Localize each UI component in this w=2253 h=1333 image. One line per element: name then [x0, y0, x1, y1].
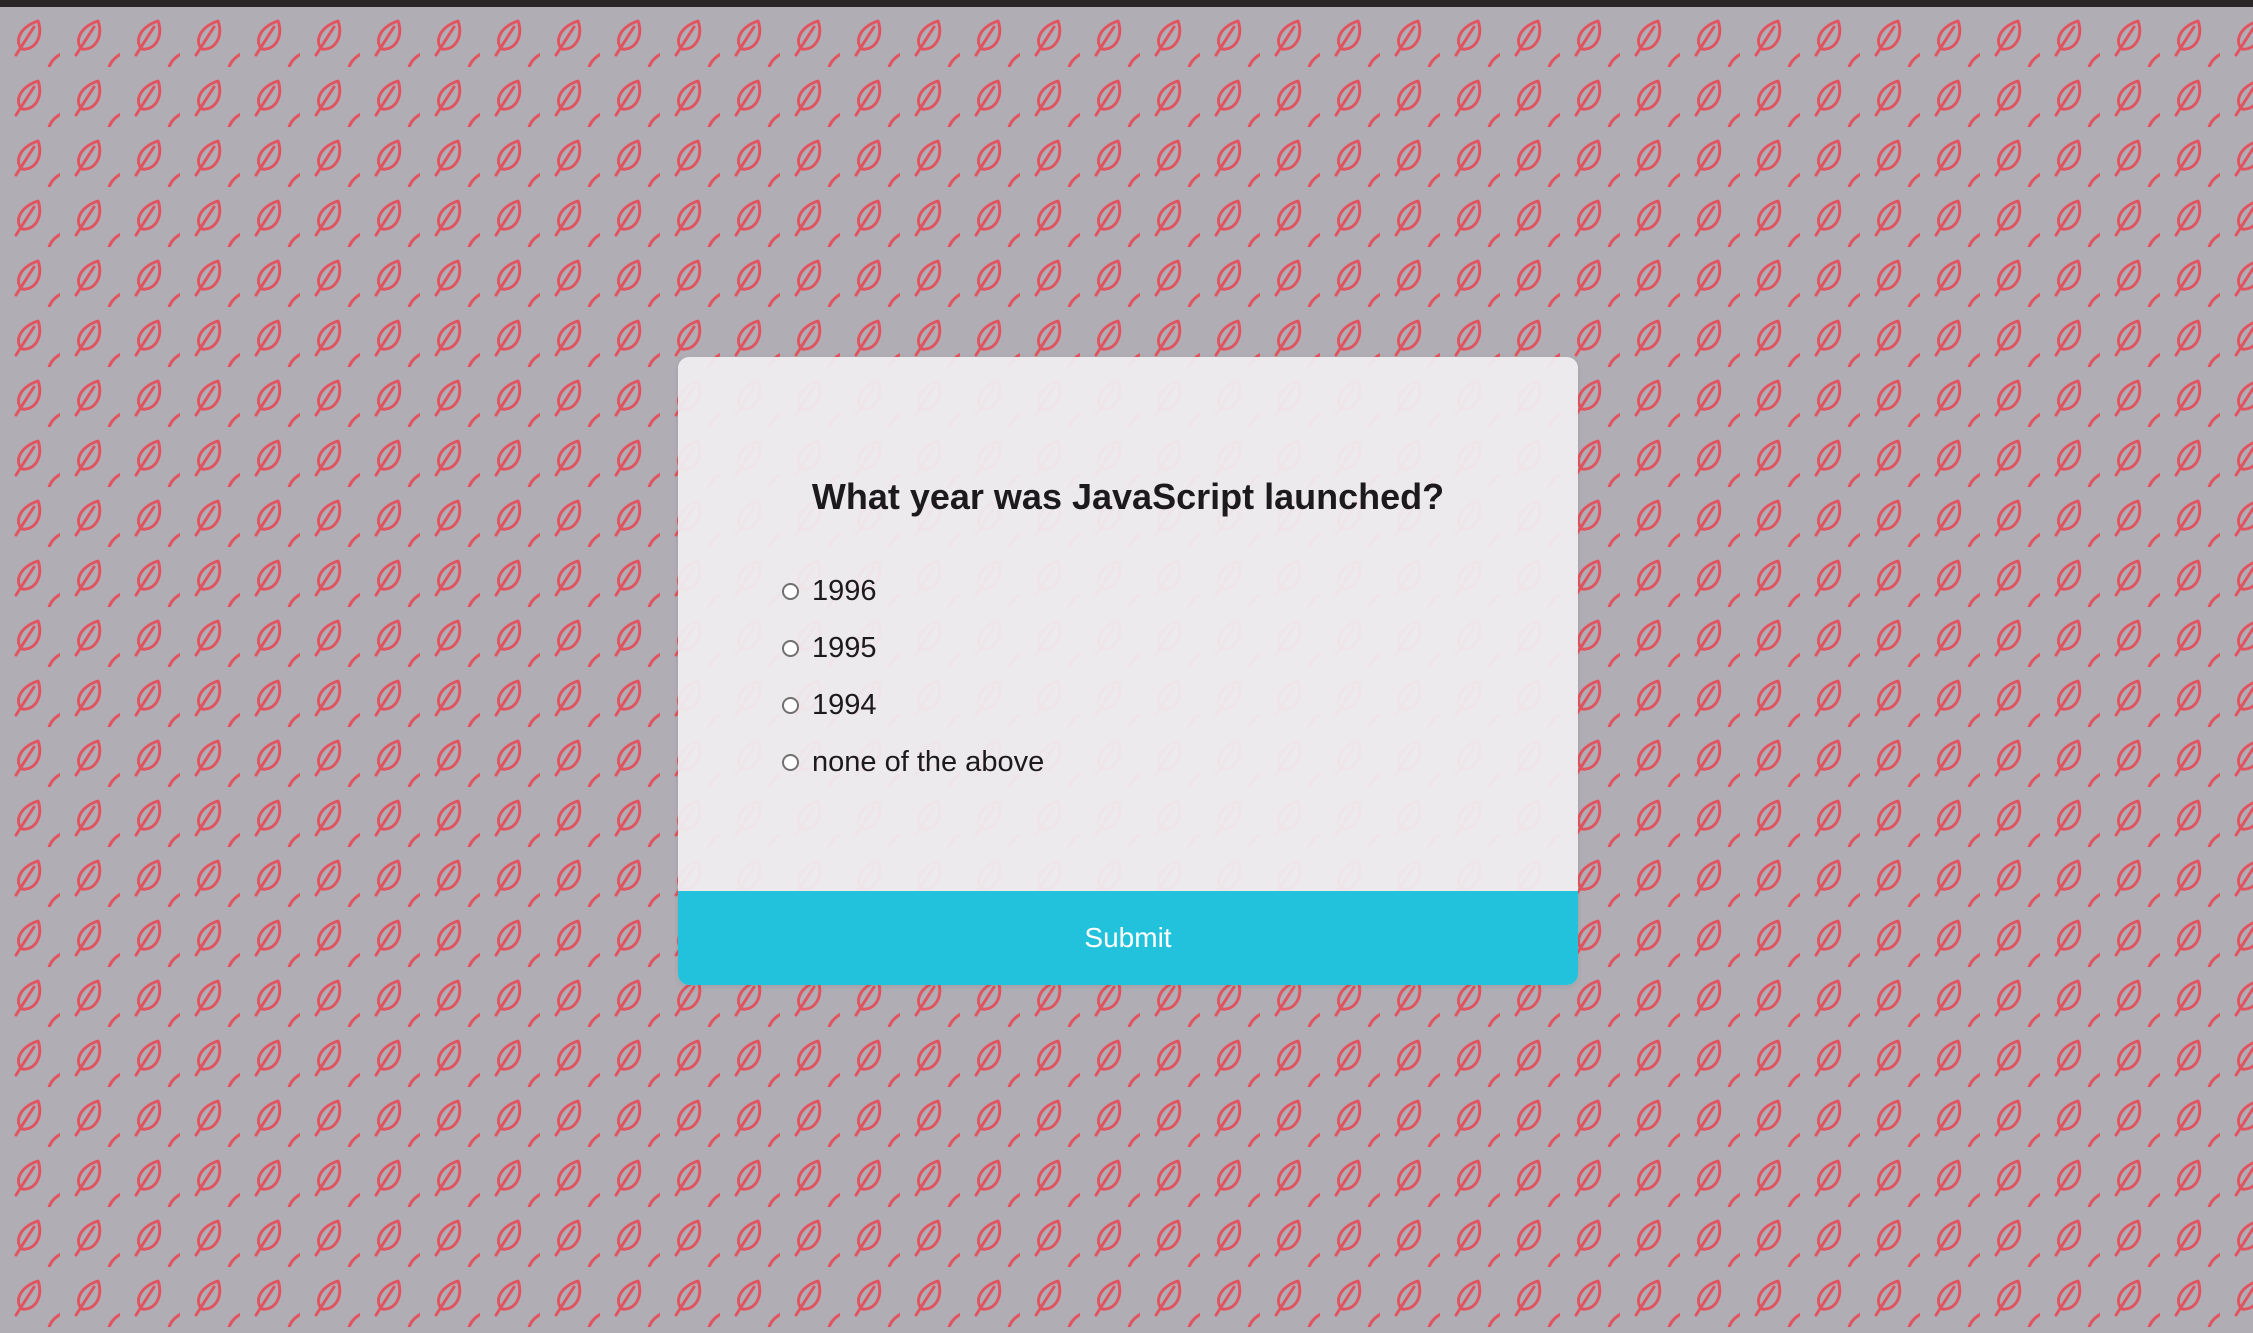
answer-option-label[interactable]: 1996	[812, 575, 877, 608]
answer-option[interactable]: 1995	[782, 620, 1044, 677]
submit-button[interactable]: Submit	[678, 891, 1578, 985]
answer-options: 1996 1995 1994 none of the above	[782, 563, 1044, 791]
answer-option[interactable]: 1994	[782, 677, 1044, 734]
answer-option[interactable]: none of the above	[782, 734, 1044, 791]
answer-option-label[interactable]: none of the above	[812, 746, 1044, 779]
radio-button[interactable]	[782, 640, 799, 657]
window-top-strip	[0, 0, 2253, 7]
radio-button[interactable]	[782, 697, 799, 714]
answer-option-label[interactable]: 1994	[812, 689, 877, 722]
radio-button[interactable]	[782, 754, 799, 771]
answer-option[interactable]: 1996	[782, 563, 1044, 620]
quiz-page: { "colors": { "background": "#b1adb5", "…	[0, 0, 2253, 1333]
answer-option-label[interactable]: 1995	[812, 632, 877, 665]
quiz-body: What year was JavaScript launched? 1996 …	[678, 357, 1578, 891]
question-title: What year was JavaScript launched?	[811, 476, 1445, 517]
radio-button[interactable]	[782, 583, 799, 600]
quiz-card: What year was JavaScript launched? 1996 …	[678, 357, 1578, 985]
